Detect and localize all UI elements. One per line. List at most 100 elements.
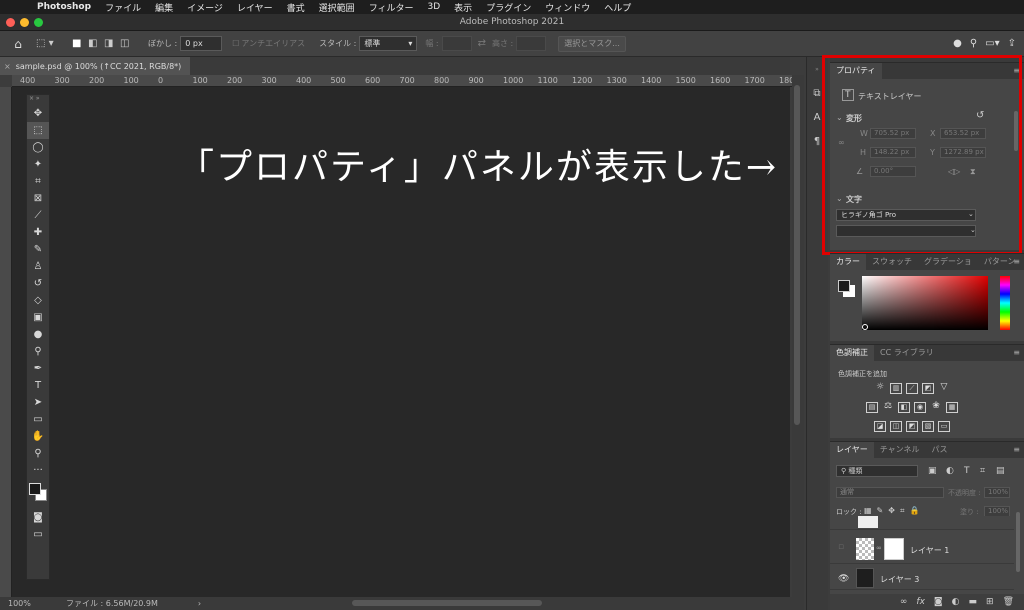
character-panel-icon[interactable]: A: [807, 107, 827, 127]
opacity-input[interactable]: 100%: [984, 487, 1010, 498]
add-selection-icon[interactable]: ◧: [88, 38, 104, 49]
document-tab[interactable]: × sample.psd @ 100% (↑CC 2021, RGB/8*): [0, 57, 190, 75]
levels-icon[interactable]: ▥: [890, 383, 902, 394]
style-select[interactable]: 標準 ▾: [359, 36, 418, 51]
new-layer-icon[interactable]: ⊞: [986, 597, 994, 607]
tab-cc-libraries[interactable]: CC ライブラリ: [874, 345, 940, 361]
home-icon[interactable]: ⌂: [0, 37, 36, 51]
width-input[interactable]: [441, 36, 472, 51]
menu-image[interactable]: イメージ: [180, 1, 230, 14]
foreground-color-swatch[interactable]: [29, 483, 41, 495]
menu-3d[interactable]: 3D: [421, 2, 448, 12]
chevron-down-icon[interactable]: ⌄: [968, 210, 974, 218]
tab-layers[interactable]: レイヤー: [830, 442, 874, 458]
feather-input[interactable]: 0 px: [180, 36, 223, 51]
crop-tool-icon[interactable]: ⌗: [27, 173, 49, 190]
blend-mode-select[interactable]: 通常: [836, 487, 944, 498]
menu-file[interactable]: ファイル: [98, 1, 148, 14]
menu-filter[interactable]: フィルター: [362, 1, 421, 14]
tab-channels[interactable]: チャンネル: [874, 442, 926, 458]
new-selection-icon[interactable]: ■: [72, 38, 88, 49]
layer-row[interactable]: ▫ ∞ レイヤー 1: [830, 534, 1014, 564]
layer-row[interactable]: 👁 レイヤー 3: [830, 566, 1014, 590]
subtract-selection-icon[interactable]: ◨: [104, 38, 120, 49]
panel-menu-icon[interactable]: ≡: [1013, 257, 1020, 266]
horizontal-scroll-thumb[interactable]: [352, 600, 542, 606]
move-tool-icon[interactable]: ✥: [27, 105, 49, 122]
channel-mixer-icon[interactable]: ❀: [930, 402, 942, 413]
close-tab-icon[interactable]: ×: [4, 62, 11, 71]
intersect-selection-icon[interactable]: ◫: [120, 38, 136, 49]
height-input[interactable]: [516, 36, 547, 51]
tab-gradients[interactable]: グラデーショ: [918, 254, 978, 270]
select-and-mask-button[interactable]: 選択とマスク...: [558, 35, 626, 52]
screen-mode-icon[interactable]: ▭: [27, 526, 49, 543]
close-window-button[interactable]: [6, 18, 15, 27]
paragraph-panel-icon[interactable]: ¶: [807, 131, 827, 151]
marquee-preset-icon[interactable]: ⬚ ▾: [36, 38, 64, 49]
rectangle-tool-icon[interactable]: ▭: [27, 411, 49, 428]
chevron-down-icon[interactable]: ⌄: [836, 194, 843, 203]
brightness-icon[interactable]: ☼: [874, 383, 886, 394]
blur-tool-icon[interactable]: ●: [27, 326, 49, 343]
new-group-icon[interactable]: ▬: [969, 597, 978, 607]
panel-menu-icon[interactable]: ≡: [1013, 348, 1020, 357]
selective-color-icon[interactable]: ▧: [922, 421, 934, 432]
curves-icon[interactable]: ⟋: [906, 383, 918, 394]
color-picker-cursor[interactable]: [862, 324, 868, 330]
eraser-tool-icon[interactable]: ◇: [27, 292, 49, 309]
magic-wand-tool-icon[interactable]: ✦: [27, 156, 49, 173]
vertical-scroll-thumb[interactable]: [794, 85, 800, 425]
flip-horizontal-icon[interactable]: ◁▷: [948, 167, 960, 176]
history-brush-tool-icon[interactable]: ↺: [27, 275, 49, 292]
foreground-color-swatch[interactable]: [838, 280, 850, 292]
history-panel-icon[interactable]: ⧉: [807, 83, 827, 103]
visibility-icon[interactable]: 👁: [838, 574, 849, 584]
panel-menu-icon[interactable]: ≡: [1013, 66, 1020, 75]
filter-type-icon[interactable]: T: [964, 466, 970, 476]
link-icon[interactable]: ∞: [876, 544, 882, 552]
frame-tool-icon[interactable]: ⊠: [27, 190, 49, 207]
menu-window[interactable]: ウィンドウ: [538, 1, 597, 14]
menu-plugins[interactable]: プラグイン: [479, 1, 538, 14]
status-arrow-icon[interactable]: ›: [198, 599, 201, 608]
threshold-icon[interactable]: ◩: [906, 421, 918, 432]
more-tools-icon[interactable]: ···: [27, 462, 49, 479]
color-lookup-icon[interactable]: ▦: [946, 402, 958, 413]
menu-edit[interactable]: 編集: [148, 1, 180, 14]
gradient-tool-icon[interactable]: ▣: [27, 309, 49, 326]
posterize-icon[interactable]: ◫: [890, 421, 902, 432]
visibility-off-icon[interactable]: ▫: [838, 542, 844, 552]
flip-vertical-icon[interactable]: ⧗: [970, 167, 976, 177]
angle-field[interactable]: 0.00°: [870, 166, 916, 177]
menu-photoshop[interactable]: Photoshop: [30, 2, 98, 12]
gradient-map-icon[interactable]: ▭: [938, 421, 950, 432]
layer-filter-select[interactable]: ⚲ 種類: [836, 465, 918, 477]
new-adjustment-icon[interactable]: ◐: [952, 597, 960, 607]
color-swatches[interactable]: [27, 479, 49, 509]
menu-view[interactable]: 表示: [447, 1, 479, 14]
zoom-window-button[interactable]: [34, 18, 43, 27]
healing-brush-tool-icon[interactable]: ✚: [27, 224, 49, 241]
eyedropper-tool-icon[interactable]: ⟋: [27, 207, 49, 224]
brush-tool-icon[interactable]: ✎: [27, 241, 49, 258]
menu-select[interactable]: 選択範囲: [312, 1, 362, 14]
hue-slider[interactable]: [1000, 276, 1010, 330]
link-layers-icon[interactable]: ∞: [900, 597, 908, 607]
swap-icon[interactable]: ⇄: [478, 38, 486, 49]
x-field[interactable]: 653.52 px: [940, 128, 986, 139]
photo-filter-icon[interactable]: ◉: [914, 402, 926, 413]
quick-mask-icon[interactable]: ◙: [27, 509, 49, 526]
properties-scrollbar[interactable]: [1014, 111, 1018, 151]
panel-menu-icon[interactable]: ≡: [1013, 445, 1020, 454]
tab-adjustments[interactable]: 色調補正: [830, 345, 874, 361]
color-balance-icon[interactable]: ⚖: [882, 402, 894, 413]
menu-type[interactable]: 書式: [280, 1, 312, 14]
workspace-icon[interactable]: ▭▾: [985, 38, 999, 49]
filter-pixel-icon[interactable]: ▣: [928, 466, 937, 476]
lasso-tool-icon[interactable]: ◯: [27, 139, 49, 156]
delete-layer-icon[interactable]: 🗑: [1003, 597, 1014, 607]
exposure-icon[interactable]: ◩: [922, 383, 934, 394]
hand-tool-icon[interactable]: ✋: [27, 428, 49, 445]
y-field[interactable]: 1272.89 px: [940, 147, 986, 158]
